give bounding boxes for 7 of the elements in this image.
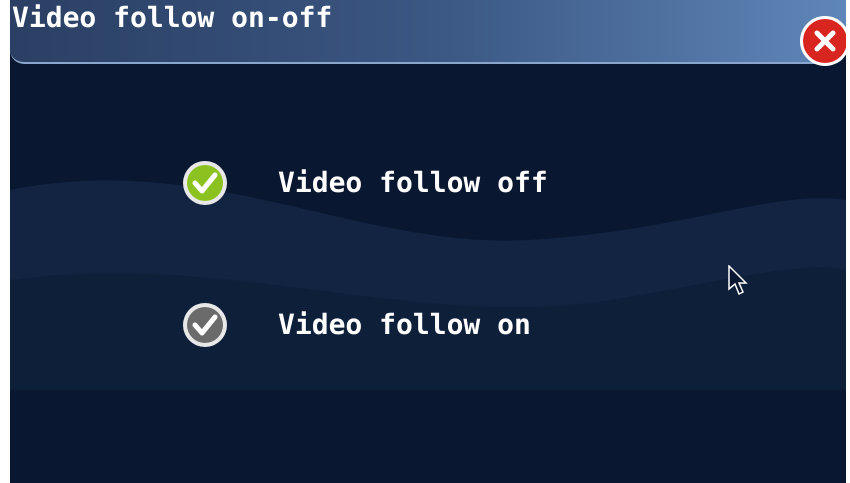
- mouse-pointer-icon: [728, 265, 748, 297]
- close-icon: [813, 29, 837, 53]
- close-button[interactable]: [800, 16, 846, 66]
- option-label: Video follow off: [278, 165, 548, 201]
- option-label: Video follow on: [278, 307, 531, 343]
- radio-option[interactable]: Video follow off: [182, 160, 846, 206]
- window-title: Video follow on-off: [12, 0, 332, 32]
